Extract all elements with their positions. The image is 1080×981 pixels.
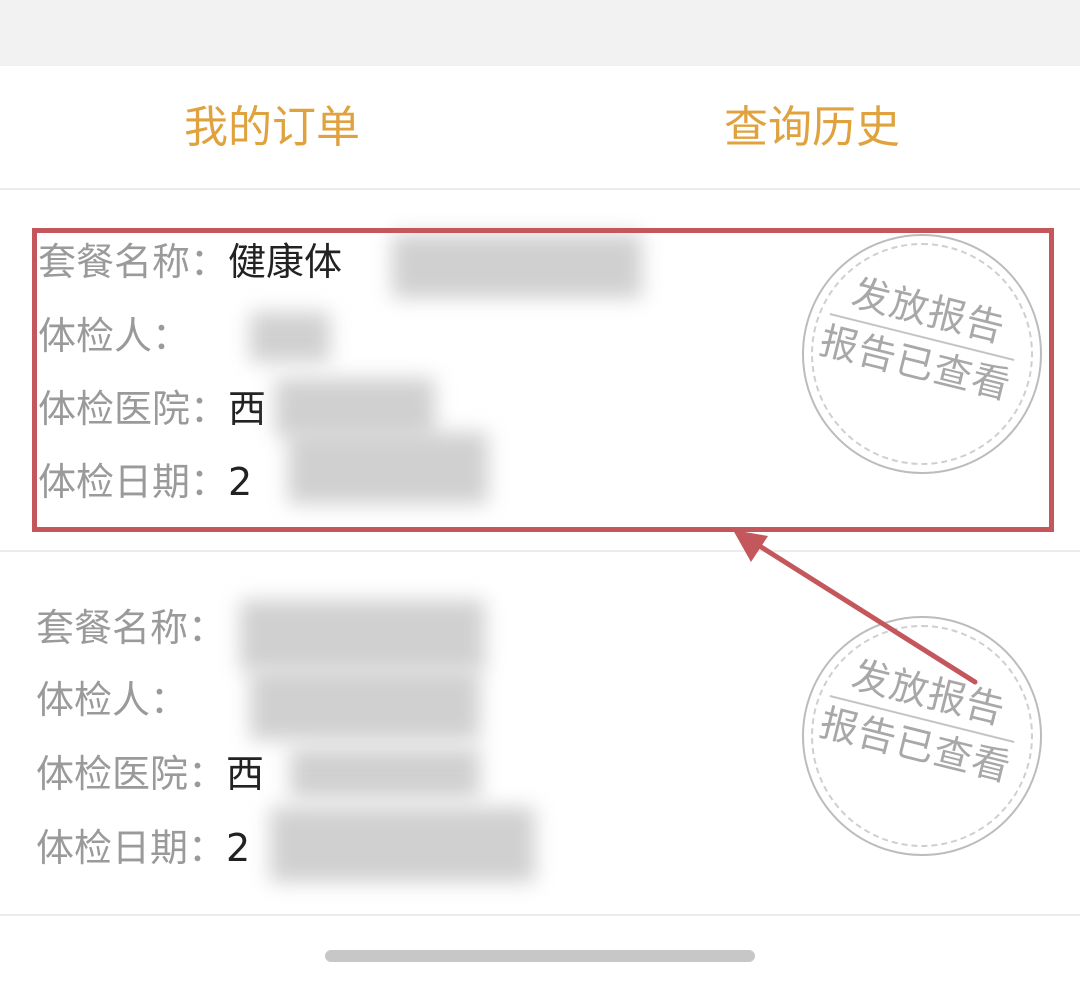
annotation-arrow	[733, 530, 978, 685]
annotation-arrow-shaft	[747, 537, 978, 685]
home-indicator[interactable]	[325, 950, 755, 962]
